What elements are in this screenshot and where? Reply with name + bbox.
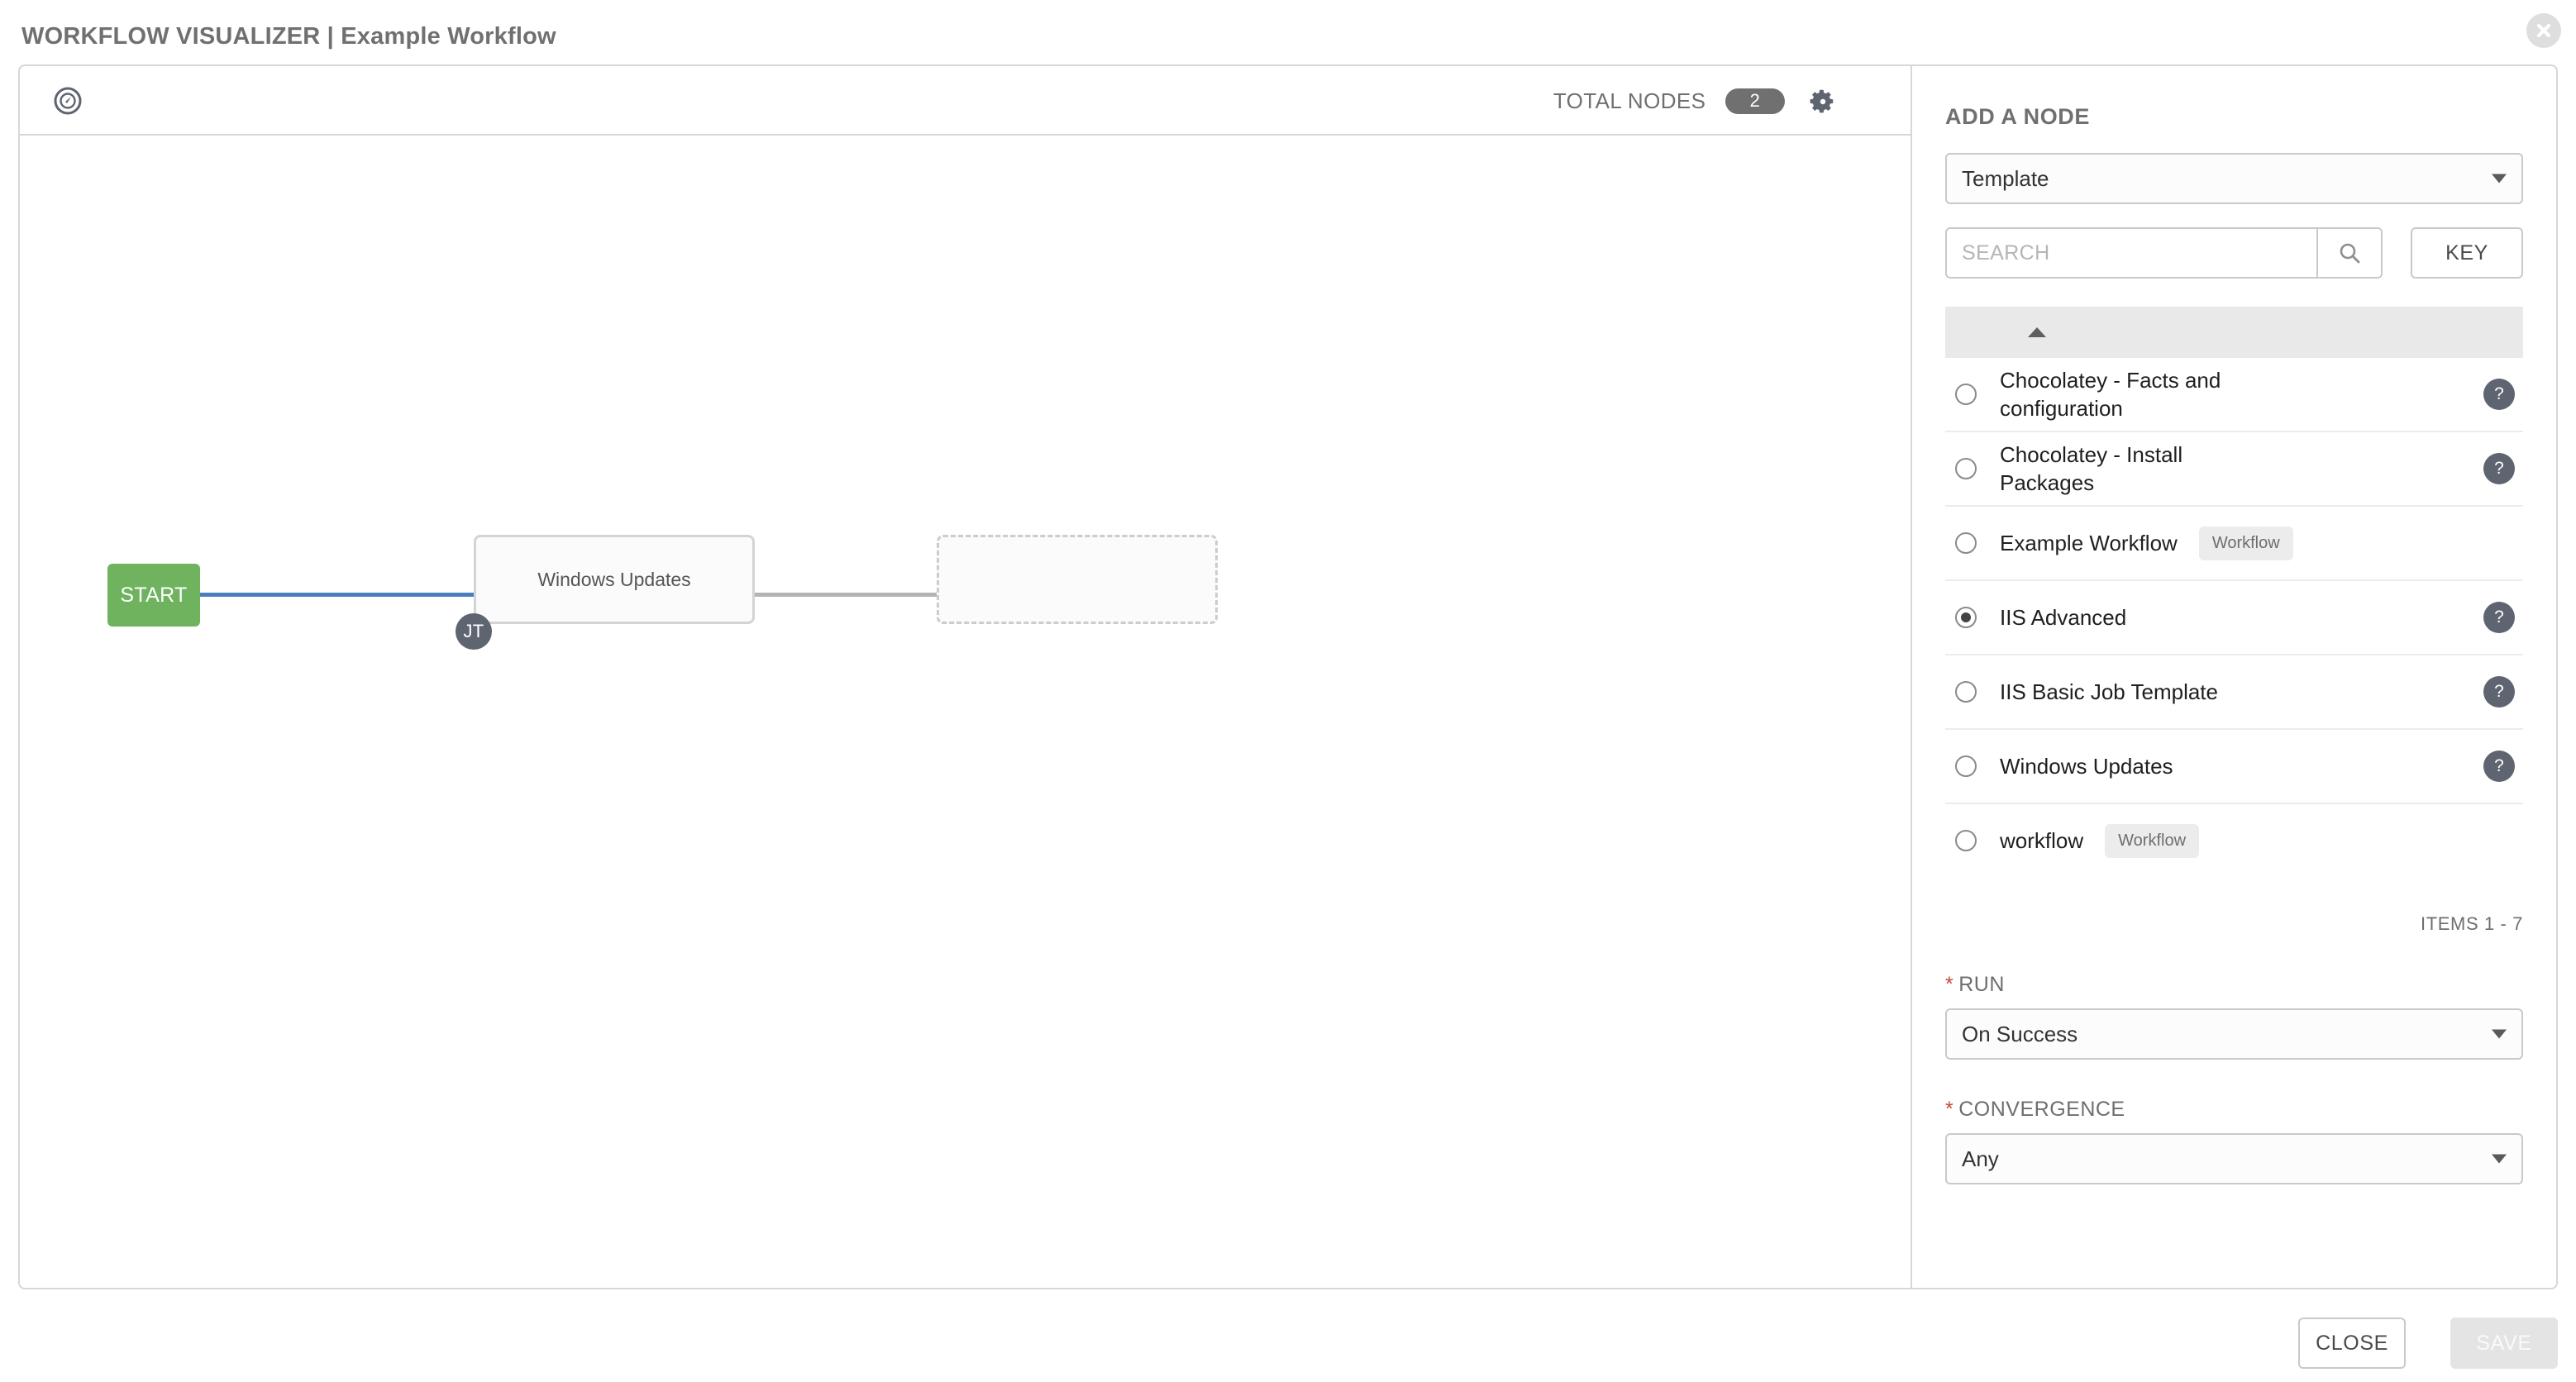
chevron-down-icon xyxy=(2492,1029,2507,1039)
sort-ascending-icon[interactable] xyxy=(2028,327,2046,337)
convergence-select[interactable]: Any xyxy=(1945,1133,2523,1184)
compass-icon[interactable] xyxy=(53,86,83,116)
convergence-select-value: Any xyxy=(1962,1146,1999,1171)
list-item[interactable]: Windows Updates ? xyxy=(1945,730,2523,804)
required-marker: * xyxy=(1945,1098,1954,1121)
list-item-label: Chocolatey - Install Packages xyxy=(2000,441,2183,495)
search-icon[interactable] xyxy=(2316,229,2381,277)
close-icon[interactable] xyxy=(2526,13,2561,48)
total-nodes-badge: 2 xyxy=(1725,88,1785,114)
template-list: Chocolatey - Facts and configuration ? C… xyxy=(1945,358,2523,877)
close-button[interactable]: CLOSE xyxy=(2298,1318,2406,1369)
radio-button[interactable] xyxy=(1955,681,1977,703)
list-item[interactable]: Chocolatey - Install Packages ? xyxy=(1945,432,2523,507)
convergence-label-text: CONVERGENCE xyxy=(1958,1098,2125,1121)
radio-button[interactable] xyxy=(1955,755,1977,777)
workflow-edge-start-to-node xyxy=(200,593,475,597)
list-item-label: IIS Advanced xyxy=(2000,604,2127,630)
help-icon[interactable]: ? xyxy=(2483,751,2515,782)
radio-button[interactable] xyxy=(1955,532,1977,554)
workflow-graph: START Windows Updates JT xyxy=(20,136,1911,1288)
radio-button[interactable] xyxy=(1955,458,1977,479)
workflow-placeholder-node[interactable] xyxy=(937,535,1218,624)
node-type-select[interactable]: Template xyxy=(1945,153,2523,204)
workflow-node-windows-updates[interactable]: Windows Updates xyxy=(474,535,755,624)
template-list-header[interactable] xyxy=(1945,307,2523,358)
workflow-node-label: Windows Updates xyxy=(537,568,691,590)
search-field[interactable] xyxy=(1945,227,2383,279)
workflow-start-node[interactable]: START xyxy=(107,564,200,627)
workflow-edge-node-to-placeholder xyxy=(755,593,939,597)
list-item[interactable]: workflow Workflow xyxy=(1945,804,2523,877)
node-type-select-value: Template xyxy=(1962,165,2049,191)
list-item-label: workflow xyxy=(2000,827,2084,853)
list-item[interactable]: Chocolatey - Facts and configuration ? xyxy=(1945,358,2523,432)
run-label-text: RUN xyxy=(1958,973,2005,996)
items-count: ITEMS 1 - 7 xyxy=(2421,913,2523,934)
search-row: KEY xyxy=(1945,227,2523,279)
help-icon[interactable]: ? xyxy=(2483,602,2515,633)
canvas-toolbar: TOTAL NODES 2 xyxy=(20,66,1911,136)
chevron-down-icon xyxy=(2492,1154,2507,1164)
job-template-badge: JT xyxy=(456,613,492,650)
list-item[interactable]: IIS Basic Job Template ? xyxy=(1945,655,2523,730)
radio-button[interactable] xyxy=(1955,830,1977,851)
total-nodes-label: TOTAL NODES xyxy=(1553,88,1706,113)
add-node-panel-title: ADD A NODE xyxy=(1945,104,2091,129)
workflow-canvas-card: TOTAL NODES 2 START Windows Updates JT xyxy=(18,64,1911,1289)
dialog-body: TOTAL NODES 2 START Windows Updates JT A… xyxy=(18,64,2558,1289)
run-select[interactable]: On Success xyxy=(1945,1008,2523,1060)
help-icon[interactable]: ? xyxy=(2483,676,2515,708)
radio-button[interactable] xyxy=(1955,607,1977,628)
save-button: SAVE xyxy=(2450,1318,2558,1369)
help-icon[interactable]: ? xyxy=(2483,379,2515,410)
gear-icon[interactable] xyxy=(1808,87,1838,117)
key-button[interactable]: KEY xyxy=(2411,227,2523,279)
convergence-field-label: * CONVERGENCE xyxy=(1945,1098,2523,1122)
workflow-tag: Workflow xyxy=(2105,823,2200,858)
list-item-label: IIS Basic Job Template xyxy=(2000,679,2218,704)
page-title: WORKFLOW VISUALIZER | Example Workflow xyxy=(21,23,556,50)
radio-button[interactable] xyxy=(1955,384,1977,405)
list-item[interactable]: Example Workflow Workflow xyxy=(1945,507,2523,581)
total-nodes: TOTAL NODES 2 xyxy=(1553,88,1785,114)
chevron-down-icon xyxy=(2492,174,2507,183)
add-node-panel: ADD A NODE Template KEY xyxy=(1911,64,2558,1289)
dialog-footer: CLOSE SAVE xyxy=(0,1311,2576,1382)
list-item[interactable]: IIS Advanced ? xyxy=(1945,581,2523,655)
list-item-label: Chocolatey - Facts and configuration xyxy=(2000,367,2221,421)
list-item-label: Windows Updates xyxy=(2000,753,2173,779)
required-marker: * xyxy=(1945,973,1954,996)
help-icon[interactable]: ? xyxy=(2483,453,2515,484)
list-item-label: Example Workflow xyxy=(2000,530,2178,555)
workflow-tag: Workflow xyxy=(2198,526,2293,560)
search-input[interactable] xyxy=(1947,229,2316,277)
run-select-value: On Success xyxy=(1962,1021,2078,1046)
run-field-label: * RUN xyxy=(1945,973,2523,997)
